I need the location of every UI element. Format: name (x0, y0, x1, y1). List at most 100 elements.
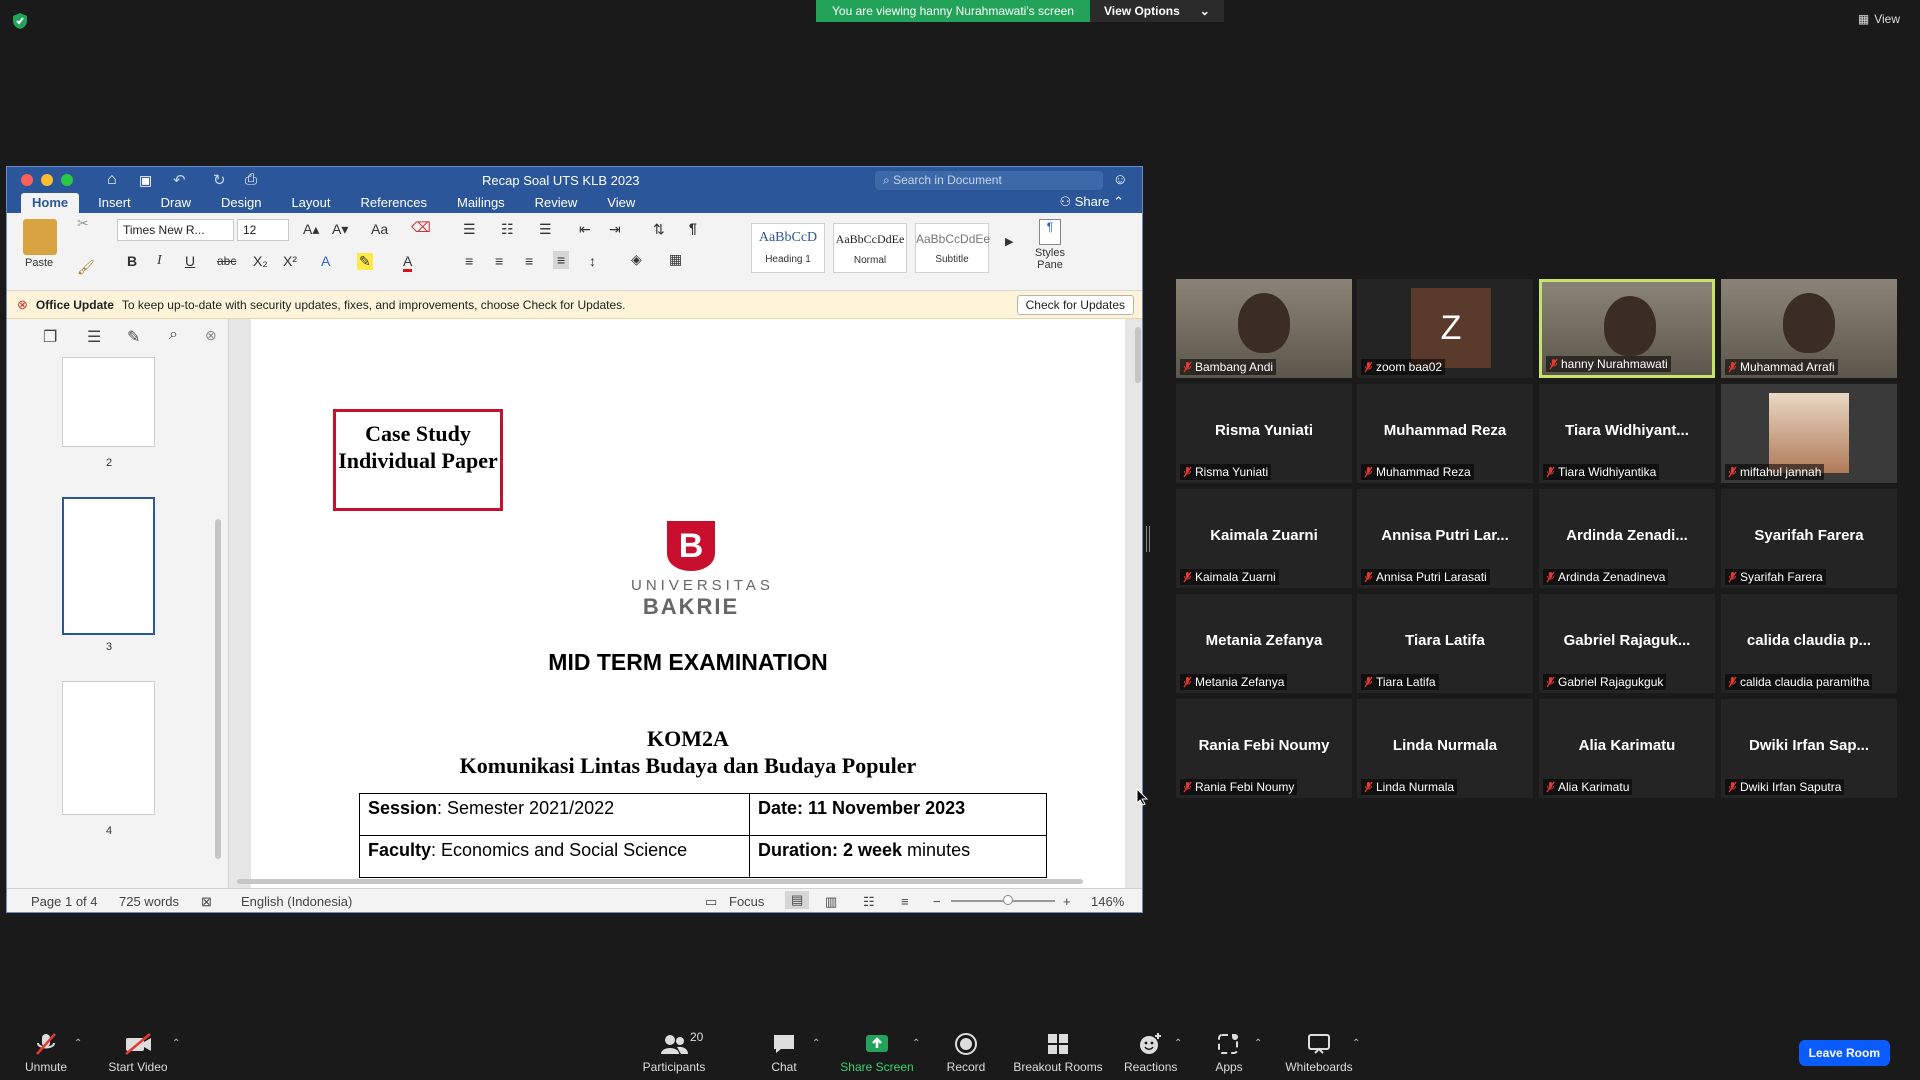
page-thumbnail-3[interactable] (62, 497, 155, 635)
participant-tile[interactable]: Linda Nurmala Linda Nurmala (1357, 699, 1533, 798)
clipboard-icon[interactable] (23, 219, 57, 255)
video-options-chevron-icon[interactable]: ⌃ (172, 1038, 180, 1049)
tab-insert[interactable]: Insert (87, 193, 142, 213)
collapse-ribbon-icon[interactable]: ⌃ (1113, 194, 1124, 209)
numbering-icon[interactable]: ☷ (501, 221, 514, 238)
multilevel-list-icon[interactable]: ☰ (539, 221, 552, 238)
zoom-in-icon[interactable]: + (1063, 894, 1071, 909)
line-spacing-icon[interactable]: ↕ (589, 253, 596, 269)
grow-font-icon[interactable]: A▴ (303, 221, 319, 238)
participant-tile[interactable]: Rania Febi Noumy Rania Febi Noumy (1176, 699, 1352, 798)
participant-tile[interactable]: Metania Zefanya Metania Zefanya (1176, 594, 1352, 693)
participant-tile[interactable]: miftahul jannah (1721, 384, 1897, 483)
profile-icon[interactable]: ☺ (1113, 171, 1128, 188)
font-name-select[interactable]: Times New R... (117, 219, 234, 241)
tab-mailings[interactable]: Mailings (446, 193, 516, 213)
shrink-font-icon[interactable]: A▾ (332, 221, 348, 238)
strikethrough-icon[interactable]: abc (217, 254, 236, 268)
draft-view-icon[interactable]: ≡ (901, 894, 909, 909)
check-for-updates-button[interactable]: Check for Updates (1016, 295, 1134, 315)
minimize-window-icon[interactable] (41, 174, 53, 186)
style-heading-1[interactable]: AaBbCcD Heading 1 (751, 223, 825, 273)
zoom-out-icon[interactable]: − (933, 894, 941, 909)
shading-icon[interactable]: ◈ (631, 251, 642, 268)
print-layout-icon[interactable]: ▤ (785, 891, 810, 909)
record-button[interactable]: Record (944, 1032, 988, 1074)
participant-tile[interactable]: Dwiki Irfan Sap... Dwiki Irfan Saputra (1721, 699, 1897, 798)
pane-scrollbar[interactable] (215, 519, 221, 859)
language-label[interactable]: English (Indonesia) (241, 894, 352, 909)
participant-tile[interactable]: Muhammad Arrafi (1721, 279, 1897, 378)
unmute-button[interactable]: Unmute (22, 1032, 70, 1074)
page-count[interactable]: Page 1 of 4 (31, 894, 98, 909)
sort-icon[interactable]: ⇅ (653, 221, 665, 238)
chat-options-chevron-icon[interactable]: ⌃ (812, 1038, 820, 1049)
document-page[interactable]: Case Study Individual Paper B UNIVERSITA… (251, 319, 1125, 889)
show-formatting-icon[interactable]: ¶ (689, 220, 697, 236)
maximize-window-icon[interactable] (61, 174, 73, 186)
tab-design[interactable]: Design (210, 193, 272, 213)
panel-resize-handle[interactable] (1146, 526, 1150, 552)
participant-tile[interactable]: Tiara Widhiyant... Tiara Widhiyantika (1539, 384, 1715, 483)
home-icon[interactable]: ⌂ (107, 171, 117, 189)
bold-icon[interactable]: B (127, 253, 137, 269)
style-subtitle[interactable]: AaBbCcDdEe Subtitle (915, 223, 990, 273)
participant-tile[interactable]: hanny Nurahmawati (1539, 279, 1715, 378)
reactions-button[interactable]: Reactions (1124, 1032, 1177, 1074)
styles-pane-button[interactable]: ¶ Styles Pane (1029, 219, 1071, 271)
reactions-options-chevron-icon[interactable]: ⌃ (1174, 1038, 1182, 1049)
format-painter-icon[interactable]: 🖌 (77, 259, 95, 276)
document-vertical-scrollbar[interactable] (1135, 327, 1141, 383)
participant-tile[interactable]: Tiara Latifa Tiara Latifa (1357, 594, 1533, 693)
zoom-slider-thumb[interactable] (1003, 895, 1013, 905)
search-document-input[interactable]: ⌕ Search in Document (875, 171, 1103, 190)
bullets-icon[interactable]: ☰ (463, 221, 476, 238)
tab-layout[interactable]: Layout (280, 193, 341, 213)
security-shield-icon[interactable] (12, 12, 28, 30)
tab-home[interactable]: Home (21, 193, 80, 213)
highlight-icon[interactable]: ✎ (357, 253, 373, 270)
increase-indent-icon[interactable]: ⇥ (609, 221, 621, 238)
view-button[interactable]: ▦ View (1858, 12, 1900, 26)
tab-references[interactable]: References (350, 193, 438, 213)
clear-formatting-icon[interactable]: ⌫ (411, 219, 431, 236)
proofing-icon[interactable]: ⊠ (201, 894, 212, 910)
view-options-button[interactable]: View Options ⌄ (1089, 0, 1224, 22)
breakout-rooms-button[interactable]: Breakout Rooms (1012, 1032, 1104, 1074)
outline-icon[interactable]: ☰ (87, 327, 101, 347)
close-pane-icon[interactable]: ⊗ (205, 327, 217, 344)
font-size-select[interactable]: 12 (237, 219, 289, 241)
participants-button[interactable]: Participants 20 (642, 1030, 706, 1074)
chat-button[interactable]: Chat (764, 1032, 804, 1074)
share-button[interactable]: ⚇ Share ⌃ (1059, 194, 1124, 210)
close-update-icon[interactable]: ⊗ (17, 297, 28, 313)
italic-icon[interactable]: I (157, 253, 162, 269)
tab-view[interactable]: View (596, 193, 646, 213)
outline-view-icon[interactable]: ☷ (863, 894, 875, 910)
font-color-icon[interactable]: A (403, 253, 413, 272)
audio-options-chevron-icon[interactable]: ⌃ (74, 1038, 82, 1049)
participant-tile[interactable]: Alia Karimatu Alia Karimatu (1539, 699, 1715, 798)
participant-tile[interactable]: Gabriel Rajaguk... Gabriel Rajagukguk (1539, 594, 1715, 693)
page-thumbnail-4[interactable] (62, 681, 155, 815)
close-window-icon[interactable] (21, 174, 33, 186)
undo-icon[interactable]: ↶ (173, 171, 186, 189)
align-center-icon[interactable]: ≡ (495, 253, 503, 269)
align-left-icon[interactable]: ≡ (465, 253, 473, 269)
comments-icon[interactable]: ✎ (127, 327, 140, 347)
borders-icon[interactable]: ▦ (669, 251, 682, 268)
redo-icon[interactable]: ↻ (213, 171, 226, 189)
participant-tile[interactable]: Zzoom baa02 (1357, 279, 1533, 378)
superscript-icon[interactable]: X² (283, 253, 297, 269)
apps-button[interactable]: Apps (1210, 1032, 1248, 1074)
underline-icon[interactable]: U (185, 253, 195, 269)
word-count[interactable]: 725 words (119, 894, 179, 909)
paste-label[interactable]: Paste (25, 257, 53, 269)
tab-review[interactable]: Review (524, 193, 589, 213)
participant-tile[interactable]: Muhammad Reza Muhammad Reza (1357, 384, 1533, 483)
document-horizontal-scrollbar[interactable] (237, 879, 1083, 884)
participant-tile[interactable]: Annisa Putri Lar... Annisa Putri Larasati (1357, 489, 1533, 588)
decrease-indent-icon[interactable]: ⇤ (579, 221, 591, 238)
change-case-icon[interactable]: Aa (371, 221, 388, 237)
style-normal[interactable]: AaBbCcDdEe Normal (833, 223, 907, 273)
